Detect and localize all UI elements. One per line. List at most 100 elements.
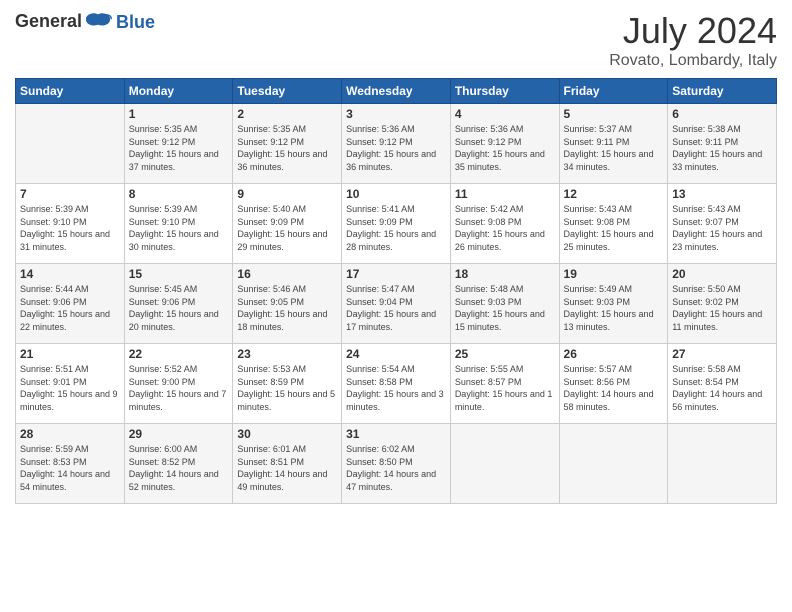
date-number: 3 bbox=[346, 107, 446, 121]
date-number: 24 bbox=[346, 347, 446, 361]
table-row: 26Sunrise: 5:57 AM Sunset: 8:56 PM Dayli… bbox=[559, 344, 668, 424]
table-row: 27 Sunrise: 5:58 AM Sunset: 8:54 PM Dayli… bbox=[668, 344, 777, 424]
col-tuesday: Tuesday bbox=[233, 79, 342, 104]
cell-content: Sunrise: 5:35 AM Sunset: 9:12 PM Dayligh… bbox=[237, 123, 337, 173]
cell-content: Sunrise: 5:59 AM Sunset: 8:53 PM Dayligh… bbox=[20, 443, 120, 493]
date-number: 29 bbox=[129, 427, 229, 441]
table-row: 11 Sunrise: 5:42 AM Sunset: 9:08 PM Dayli… bbox=[450, 184, 559, 264]
cell-content: Sunrise: 5:58 AM Sunset: 8:54 PM Dayligh… bbox=[672, 363, 772, 413]
table-row: 3 Sunrise: 5:36 AM Sunset: 9:12 PM Daylig… bbox=[342, 104, 451, 184]
date-number: 30 bbox=[237, 427, 337, 441]
date-number: 9 bbox=[237, 187, 337, 201]
calendar-week-row: 7Sunrise: 5:39 AM Sunset: 9:10 PM Daylig… bbox=[16, 184, 777, 264]
table-row: 15 Sunrise: 5:45 AM Sunset: 9:06 PM Dayli… bbox=[124, 264, 233, 344]
date-number: 31 bbox=[346, 427, 446, 441]
calendar-table: Sunday Monday Tuesday Wednesday Thursday… bbox=[15, 78, 777, 504]
date-number: 12 bbox=[564, 187, 664, 201]
cell-content: Sunrise: 5:48 AM Sunset: 9:03 PM Dayligh… bbox=[455, 283, 555, 333]
cell-content: Sunrise: 5:55 AM Sunset: 8:57 PM Dayligh… bbox=[455, 363, 555, 413]
table-row: 30 Sunrise: 6:01 AM Sunset: 8:51 PM Dayli… bbox=[233, 424, 342, 504]
col-thursday: Thursday bbox=[450, 79, 559, 104]
logo-general: General bbox=[15, 12, 82, 32]
table-row: 1Sunrise: 5:35 AM Sunset: 9:12 PM Daylig… bbox=[124, 104, 233, 184]
date-number: 23 bbox=[237, 347, 337, 361]
date-number: 5 bbox=[564, 107, 664, 121]
cell-content: Sunrise: 5:47 AM Sunset: 9:04 PM Dayligh… bbox=[346, 283, 446, 333]
table-row: 21Sunrise: 5:51 AM Sunset: 9:01 PM Dayli… bbox=[16, 344, 125, 424]
location-subtitle: Rovato, Lombardy, Italy bbox=[609, 52, 777, 70]
date-number: 10 bbox=[346, 187, 446, 201]
table-row: 25 Sunrise: 5:55 AM Sunset: 8:57 PM Dayli… bbox=[450, 344, 559, 424]
table-row: 12 Sunrise: 5:43 AM Sunset: 9:08 PM Dayli… bbox=[559, 184, 668, 264]
date-number: 26 bbox=[564, 347, 664, 361]
cell-content: Sunrise: 5:35 AM Sunset: 9:12 PM Dayligh… bbox=[129, 123, 229, 173]
date-number: 25 bbox=[455, 347, 555, 361]
table-row: 7Sunrise: 5:39 AM Sunset: 9:10 PM Daylig… bbox=[16, 184, 125, 264]
date-number: 4 bbox=[455, 107, 555, 121]
calendar-week-row: 14 Sunrise: 5:44 AM Sunset: 9:06 PM Dayli… bbox=[16, 264, 777, 344]
table-row: 9 Sunrise: 5:40 AM Sunset: 9:09 PM Daylig… bbox=[233, 184, 342, 264]
col-monday: Monday bbox=[124, 79, 233, 104]
calendar-week-row: 1Sunrise: 5:35 AM Sunset: 9:12 PM Daylig… bbox=[16, 104, 777, 184]
cell-content: Sunrise: 5:37 AM Sunset: 9:11 PM Dayligh… bbox=[564, 123, 664, 173]
table-row bbox=[16, 104, 125, 184]
col-sunday: Sunday bbox=[16, 79, 125, 104]
cell-content: Sunrise: 5:46 AM Sunset: 9:05 PM Dayligh… bbox=[237, 283, 337, 333]
header: General Blue July 2024 Rovato, Lombardy,… bbox=[15, 10, 777, 70]
table-row: 13 Sunrise: 5:43 AM Sunset: 9:07 PM Dayli… bbox=[668, 184, 777, 264]
cell-content: Sunrise: 6:00 AM Sunset: 8:52 PM Dayligh… bbox=[129, 443, 229, 493]
date-number: 18 bbox=[455, 267, 555, 281]
cell-content: Sunrise: 5:51 AM Sunset: 9:01 PM Dayligh… bbox=[20, 363, 120, 413]
date-number: 27 bbox=[672, 347, 772, 361]
table-row: 4 Sunrise: 5:36 AM Sunset: 9:12 PM Daylig… bbox=[450, 104, 559, 184]
cell-content: Sunrise: 5:53 AM Sunset: 8:59 PM Dayligh… bbox=[237, 363, 337, 413]
cell-content: Sunrise: 5:36 AM Sunset: 9:12 PM Dayligh… bbox=[346, 123, 446, 173]
cell-content: Sunrise: 6:02 AM Sunset: 8:50 PM Dayligh… bbox=[346, 443, 446, 493]
table-row: 24Sunrise: 5:54 AM Sunset: 8:58 PM Dayli… bbox=[342, 344, 451, 424]
date-number: 13 bbox=[672, 187, 772, 201]
date-number: 14 bbox=[20, 267, 120, 281]
cell-content: Sunrise: 5:44 AM Sunset: 9:06 PM Dayligh… bbox=[20, 283, 120, 333]
cell-content: Sunrise: 5:43 AM Sunset: 9:07 PM Dayligh… bbox=[672, 203, 772, 253]
cell-content: Sunrise: 5:39 AM Sunset: 9:10 PM Dayligh… bbox=[20, 203, 120, 253]
cell-content: Sunrise: 6:01 AM Sunset: 8:51 PM Dayligh… bbox=[237, 443, 337, 493]
cell-content: Sunrise: 5:50 AM Sunset: 9:02 PM Dayligh… bbox=[672, 283, 772, 333]
date-number: 2 bbox=[237, 107, 337, 121]
date-number: 11 bbox=[455, 187, 555, 201]
col-saturday: Saturday bbox=[668, 79, 777, 104]
table-row: 6 Sunrise: 5:38 AM Sunset: 9:11 PM Daylig… bbox=[668, 104, 777, 184]
cell-content: Sunrise: 5:38 AM Sunset: 9:11 PM Dayligh… bbox=[672, 123, 772, 173]
table-row: 5 Sunrise: 5:37 AM Sunset: 9:11 PM Daylig… bbox=[559, 104, 668, 184]
cell-content: Sunrise: 5:36 AM Sunset: 9:12 PM Dayligh… bbox=[455, 123, 555, 173]
table-row: 19Sunrise: 5:49 AM Sunset: 9:03 PM Dayli… bbox=[559, 264, 668, 344]
cell-content: Sunrise: 5:39 AM Sunset: 9:10 PM Dayligh… bbox=[129, 203, 229, 253]
logo-bird-icon bbox=[84, 11, 112, 33]
title-area: July 2024 Rovato, Lombardy, Italy bbox=[609, 10, 777, 70]
date-number: 6 bbox=[672, 107, 772, 121]
table-row bbox=[450, 424, 559, 504]
date-number: 8 bbox=[129, 187, 229, 201]
date-number: 15 bbox=[129, 267, 229, 281]
calendar-week-row: 28 Sunrise: 5:59 AM Sunset: 8:53 PM Dayli… bbox=[16, 424, 777, 504]
cell-content: Sunrise: 5:45 AM Sunset: 9:06 PM Dayligh… bbox=[129, 283, 229, 333]
date-number: 28 bbox=[20, 427, 120, 441]
table-row: 22Sunrise: 5:52 AM Sunset: 9:00 PM Dayli… bbox=[124, 344, 233, 424]
table-row: 16 Sunrise: 5:46 AM Sunset: 9:05 PM Dayli… bbox=[233, 264, 342, 344]
table-row: 31 Sunrise: 6:02 AM Sunset: 8:50 PM Dayli… bbox=[342, 424, 451, 504]
table-row: 8 Sunrise: 5:39 AM Sunset: 9:10 PM Daylig… bbox=[124, 184, 233, 264]
date-number: 17 bbox=[346, 267, 446, 281]
cell-content: Sunrise: 5:52 AM Sunset: 9:00 PM Dayligh… bbox=[129, 363, 229, 413]
logo-blue: Blue bbox=[116, 12, 155, 33]
table-row: 2 Sunrise: 5:35 AM Sunset: 9:12 PM Daylig… bbox=[233, 104, 342, 184]
date-number: 20 bbox=[672, 267, 772, 281]
calendar-header-row: Sunday Monday Tuesday Wednesday Thursday… bbox=[16, 79, 777, 104]
cell-content: Sunrise: 5:43 AM Sunset: 9:08 PM Dayligh… bbox=[564, 203, 664, 253]
cell-content: Sunrise: 5:42 AM Sunset: 9:08 PM Dayligh… bbox=[455, 203, 555, 253]
table-row: 28 Sunrise: 5:59 AM Sunset: 8:53 PM Dayli… bbox=[16, 424, 125, 504]
logo: General Blue bbox=[15, 10, 155, 33]
date-number: 16 bbox=[237, 267, 337, 281]
table-row: 18 Sunrise: 5:48 AM Sunset: 9:03 PM Dayli… bbox=[450, 264, 559, 344]
cell-content: Sunrise: 5:41 AM Sunset: 9:09 PM Dayligh… bbox=[346, 203, 446, 253]
table-row: 20 Sunrise: 5:50 AM Sunset: 9:02 PM Dayli… bbox=[668, 264, 777, 344]
cell-content: Sunrise: 5:40 AM Sunset: 9:09 PM Dayligh… bbox=[237, 203, 337, 253]
